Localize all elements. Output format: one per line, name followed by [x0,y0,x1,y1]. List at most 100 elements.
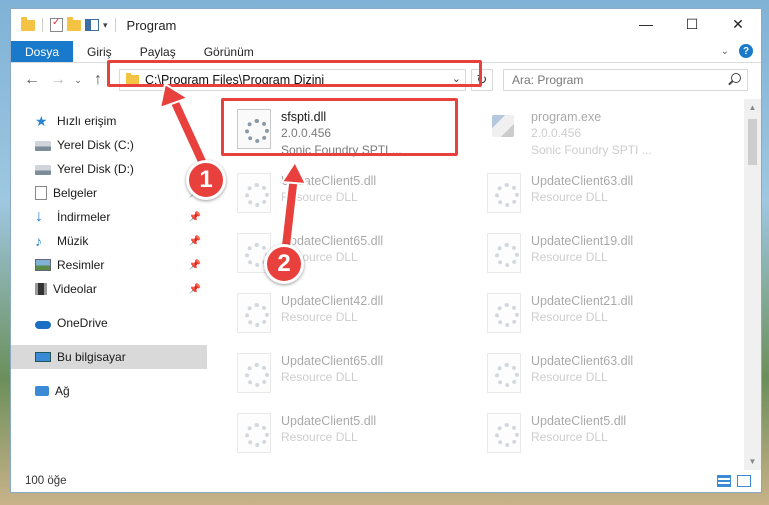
sidebar-item-local-disk-d[interactable]: Yerel Disk (D:) [11,157,207,181]
address-bar[interactable]: C:\Program Files\Program Dizini ⌄ [119,69,466,91]
file-description: Resource DLL [531,310,608,324]
navigation-pane: ★ Hızlı erişim Yerel Disk (C:) Yerel Dis… [11,99,207,470]
file-name: UpdateClient65.dll [281,234,384,248]
star-icon: ★ [35,113,48,129]
maximize-button[interactable]: ☐ [669,9,715,39]
new-folder-icon[interactable] [67,16,81,31]
sidebar-item-quick-access[interactable]: ★ Hızlı erişim [11,109,207,133]
file-item[interactable]: UpdateClient42.dll Resource DLL [237,289,477,343]
quick-access-toolbar: ▾ [11,16,119,32]
callout-badge-1: 1 [186,160,226,200]
folder-icon[interactable] [21,16,35,31]
file-version: 2.0.0.456 [531,126,582,140]
large-icons-view-icon[interactable] [737,475,751,487]
close-button[interactable]: ✕ [715,9,761,39]
refresh-button[interactable]: ↻ [471,69,493,91]
file-item[interactable]: UpdateClient63.dll Resource DLL [487,349,727,403]
explorer-body: ★ Hızlı erişim Yerel Disk (C:) Yerel Dis… [11,99,761,470]
vertical-scrollbar[interactable]: ▲ ▼ [744,99,761,470]
sidebar-item-label: Müzik [57,234,89,248]
details-view-icon[interactable] [717,475,731,487]
file-item[interactable]: UpdateClient19.dll Resource DLL [487,229,727,283]
sidebar-item-onedrive[interactable]: OneDrive [11,311,207,335]
file-item[interactable]: UpdateClient63.dll Resource DLL [487,169,727,223]
pin-icon[interactable]: 📌 [189,236,201,247]
file-item-program-exe[interactable]: program.exe 2.0.0.456 Sonic Foundry SPTI… [487,105,727,159]
up-button[interactable]: ↑ [85,71,111,89]
search-placeholder: Ara: Program [512,73,584,87]
item-count: 100 öğe [25,475,67,487]
sidebar-item-music[interactable]: ♪ Müzik 📌 [11,229,207,253]
dll-file-icon [237,413,271,453]
dll-file-icon [487,353,521,393]
window-title: Program [126,17,177,33]
exe-file-icon [487,109,521,149]
title-bar: ▾ Program — ☐ ✕ [11,9,761,41]
file-name: UpdateClient21.dll [531,294,634,308]
this-pc-icon [35,352,51,362]
dll-file-icon [237,173,271,213]
sidebar-item-documents[interactable]: Belgeler 📌 [11,181,207,205]
file-item[interactable]: UpdateClient5.dll Resource DLL [487,409,727,463]
file-name: UpdateClient5.dll [281,174,377,188]
file-description: Resource DLL [281,430,358,444]
forward-button[interactable]: → [45,71,71,89]
documents-icon [35,186,47,200]
sidebar-item-label: Resimler [57,258,105,272]
downloads-icon: ↓ [35,208,43,225]
file-item[interactable]: UpdateClient5.dll Resource DLL [237,169,477,223]
minimize-button[interactable]: — [623,9,669,39]
customize-toolbar-icon[interactable]: ▾ [103,20,108,31]
sidebar-item-label: Hızlı erişim [57,114,117,128]
scrollbar-thumb[interactable] [748,119,757,165]
sidebar-item-videos[interactable]: Videolar 📌 [11,277,207,301]
toolbar-divider [114,18,116,32]
status-bar: 100 öğe [11,470,761,492]
sidebar-item-downloads[interactable]: ↓ İndirmeler 📌 [11,205,207,229]
file-name: UpdateClient63.dll [531,174,634,188]
file-name: UpdateClient19.dll [531,234,634,248]
chevron-down-icon[interactable]: ⌄ [452,72,461,85]
file-item[interactable]: UpdateClient65.dll Resource DLL [237,349,477,403]
pin-icon[interactable]: 📌 [189,212,201,223]
view-icon[interactable] [85,19,99,31]
address-path[interactable]: C:\Program Files\Program Dizini [145,73,324,87]
search-input[interactable]: Ara: Program [503,69,748,91]
properties-icon[interactable] [50,17,63,32]
pin-icon[interactable]: 📌 [189,284,201,295]
sidebar-item-label: OneDrive [57,316,108,330]
back-button[interactable]: ← [19,71,45,89]
dll-file-icon [487,173,521,213]
scroll-up-icon[interactable]: ▲ [744,99,761,116]
music-icon: ♪ [35,233,42,249]
sidebar-item-this-pc[interactable]: Bu bilgisayar [11,345,207,369]
tab-view[interactable]: Görünüm [190,41,268,62]
tab-file[interactable]: Dosya [11,41,74,62]
file-item-sfspti-dll[interactable]: sfspti.dll 2.0.0.456 Sonic Foundry SPTI … [237,105,477,159]
sidebar-item-pictures[interactable]: Resimler 📌 [11,253,207,277]
sidebar-item-label: Yerel Disk (C:) [57,138,134,152]
sidebar-item-network[interactable]: Ağ [11,379,207,403]
help-icon[interactable]: ? [739,44,753,58]
tab-home[interactable]: Giriş [73,41,126,62]
chevron-down-icon[interactable]: ⌄ [721,46,729,57]
scroll-down-icon[interactable]: ▼ [744,453,761,470]
network-icon [35,386,49,396]
file-item[interactable]: UpdateClient5.dll Resource DLL [237,409,477,463]
recent-locations-icon[interactable]: ⌄ [71,75,85,86]
dll-file-icon [487,293,521,333]
folder-icon [126,73,139,85]
sidebar-item-local-disk-c[interactable]: Yerel Disk (C:) [11,133,207,157]
file-item[interactable]: UpdateClient21.dll Resource DLL [487,289,727,343]
file-description: Resource DLL [281,310,358,324]
file-description: Sonic Foundry SPTI ... [531,143,652,157]
tab-share[interactable]: Paylaş [126,41,190,62]
pin-icon[interactable]: 📌 [189,260,201,271]
pictures-icon [35,259,51,271]
file-description: Resource DLL [531,250,608,264]
file-version: 2.0.0.456 [281,126,332,140]
file-name: UpdateClient63.dll [531,354,634,368]
file-name: UpdateClient5.dll [281,414,377,428]
search-icon[interactable] [731,73,741,83]
sidebar-item-label: Videolar [53,282,97,296]
